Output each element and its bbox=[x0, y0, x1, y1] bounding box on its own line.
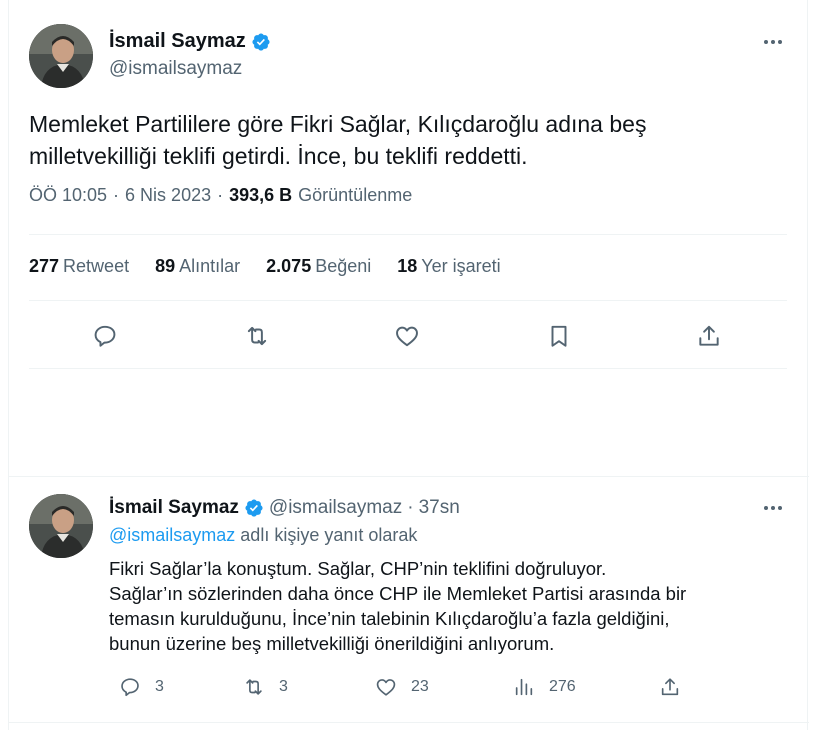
tweet-text: Memleket Partililere göre Fikri Sağlar, … bbox=[29, 108, 769, 172]
engagement-stats: 277 Retweet 89 Alıntılar 2.075 Beğeni 18… bbox=[29, 256, 501, 277]
author-display-name[interactable]: İsmail Saymaz bbox=[109, 497, 239, 519]
share-icon bbox=[661, 678, 679, 696]
reply-text-line: bunun üzerine beş milletvekilliği öneril… bbox=[109, 633, 555, 654]
share-button[interactable] bbox=[659, 676, 681, 698]
views-button[interactable]: 276 bbox=[513, 676, 576, 698]
tweet-date[interactable]: 6 Nis 2023 bbox=[125, 185, 211, 206]
retweet-icon bbox=[246, 679, 262, 695]
reply-header: İsmail Saymaz @ismailsaymaz · 37sn bbox=[109, 497, 460, 519]
reply-button[interactable]: 3 bbox=[119, 676, 164, 698]
like-icon bbox=[376, 679, 396, 696]
avatar[interactable] bbox=[29, 24, 93, 88]
author-handle[interactable]: @ismailsaymaz bbox=[109, 58, 242, 80]
stat-number: 89 bbox=[155, 256, 176, 276]
tweet-time-ago[interactable]: 37sn bbox=[419, 497, 460, 519]
reply-icon[interactable] bbox=[85, 316, 125, 356]
stat-number: 2.075 bbox=[266, 256, 312, 276]
meta-separator: · bbox=[217, 185, 224, 205]
reply-text-line: Fikri Sağlar’la konuştum. Sağlar, CHP’ni… bbox=[109, 558, 607, 579]
replying-to: @ismailsaymaz adlı kişiye yanıt olarak bbox=[109, 525, 417, 546]
like-button[interactable]: 23 bbox=[375, 676, 429, 698]
retweet-count: 3 bbox=[279, 678, 288, 695]
more-options-icon[interactable] bbox=[759, 32, 787, 52]
reply-text-line: temasın kurulduğunu, İnce’nin talebinin … bbox=[109, 608, 670, 629]
divider bbox=[29, 234, 787, 235]
like-count: 23 bbox=[411, 678, 429, 695]
stat-label: Retweet bbox=[63, 256, 130, 276]
retweet-icon[interactable] bbox=[237, 316, 277, 356]
stat-number: 277 bbox=[29, 256, 60, 276]
tweet-meta: ÖÖ 10:05 · 6 Nis 2023 · 393,6 B Görüntül… bbox=[29, 185, 412, 206]
stat-bookmarks[interactable]: 18 Yer işareti bbox=[397, 256, 500, 277]
view-count: 276 bbox=[549, 678, 576, 695]
reply-text: Fikri Sağlar’la konuştum. Sağlar, CHP’ni… bbox=[109, 556, 789, 656]
divider bbox=[29, 368, 787, 369]
meta-separator: · bbox=[113, 185, 120, 205]
timeline-column: İsmail Saymaz @ismailsaymaz Memleket Par… bbox=[8, 0, 809, 730]
reply-tweet-actions: 3 3 23 276 bbox=[109, 676, 699, 706]
author-name-row: İsmail Saymaz bbox=[109, 30, 271, 53]
tweet-actions bbox=[69, 316, 759, 356]
stat-number: 18 bbox=[397, 256, 418, 276]
share-icon[interactable] bbox=[689, 316, 729, 356]
bookmark-icon[interactable] bbox=[539, 316, 579, 356]
avatar[interactable] bbox=[29, 494, 93, 558]
stat-retweets[interactable]: 277 Retweet bbox=[29, 256, 129, 277]
divider bbox=[29, 300, 787, 301]
reply-icon bbox=[121, 678, 139, 697]
author-display-name[interactable]: İsmail Saymaz bbox=[109, 30, 246, 53]
section-separator bbox=[9, 476, 809, 477]
section-separator bbox=[9, 722, 809, 723]
views-count: 393,6 B bbox=[229, 185, 293, 205]
verified-badge-icon bbox=[244, 498, 264, 518]
tweet-text-line: Memleket Partililere göre Fikri Sağlar, … bbox=[29, 111, 647, 137]
reply-count: 3 bbox=[155, 678, 164, 695]
stat-likes[interactable]: 2.075 Beğeni bbox=[266, 256, 371, 277]
views-label: Görüntülenme bbox=[298, 185, 413, 205]
retweet-button[interactable]: 3 bbox=[243, 676, 288, 698]
tweet-text-line: milletvekilliği teklifi getirdi. İnce, b… bbox=[29, 143, 528, 169]
tweet-time[interactable]: ÖÖ 10:05 bbox=[29, 185, 107, 206]
stat-quotes[interactable]: 89 Alıntılar bbox=[155, 256, 240, 277]
views-icon bbox=[515, 678, 533, 696]
like-icon[interactable] bbox=[387, 316, 427, 356]
stat-label: Yer işareti bbox=[421, 256, 501, 276]
stat-label: Beğeni bbox=[315, 256, 372, 276]
reply-text-line: Sağlar’ın sözlerinden daha önce CHP ile … bbox=[109, 583, 687, 604]
stat-label: Alıntılar bbox=[179, 256, 241, 276]
reply-mention-link[interactable]: @ismailsaymaz bbox=[109, 525, 235, 545]
more-options-icon[interactable] bbox=[759, 498, 787, 518]
verified-badge-icon bbox=[251, 32, 271, 52]
meta-separator: · bbox=[407, 497, 414, 518]
author-handle[interactable]: @ismailsaymaz bbox=[269, 497, 402, 519]
replying-to-suffix: adlı kişiye yanıt olarak bbox=[235, 525, 418, 545]
